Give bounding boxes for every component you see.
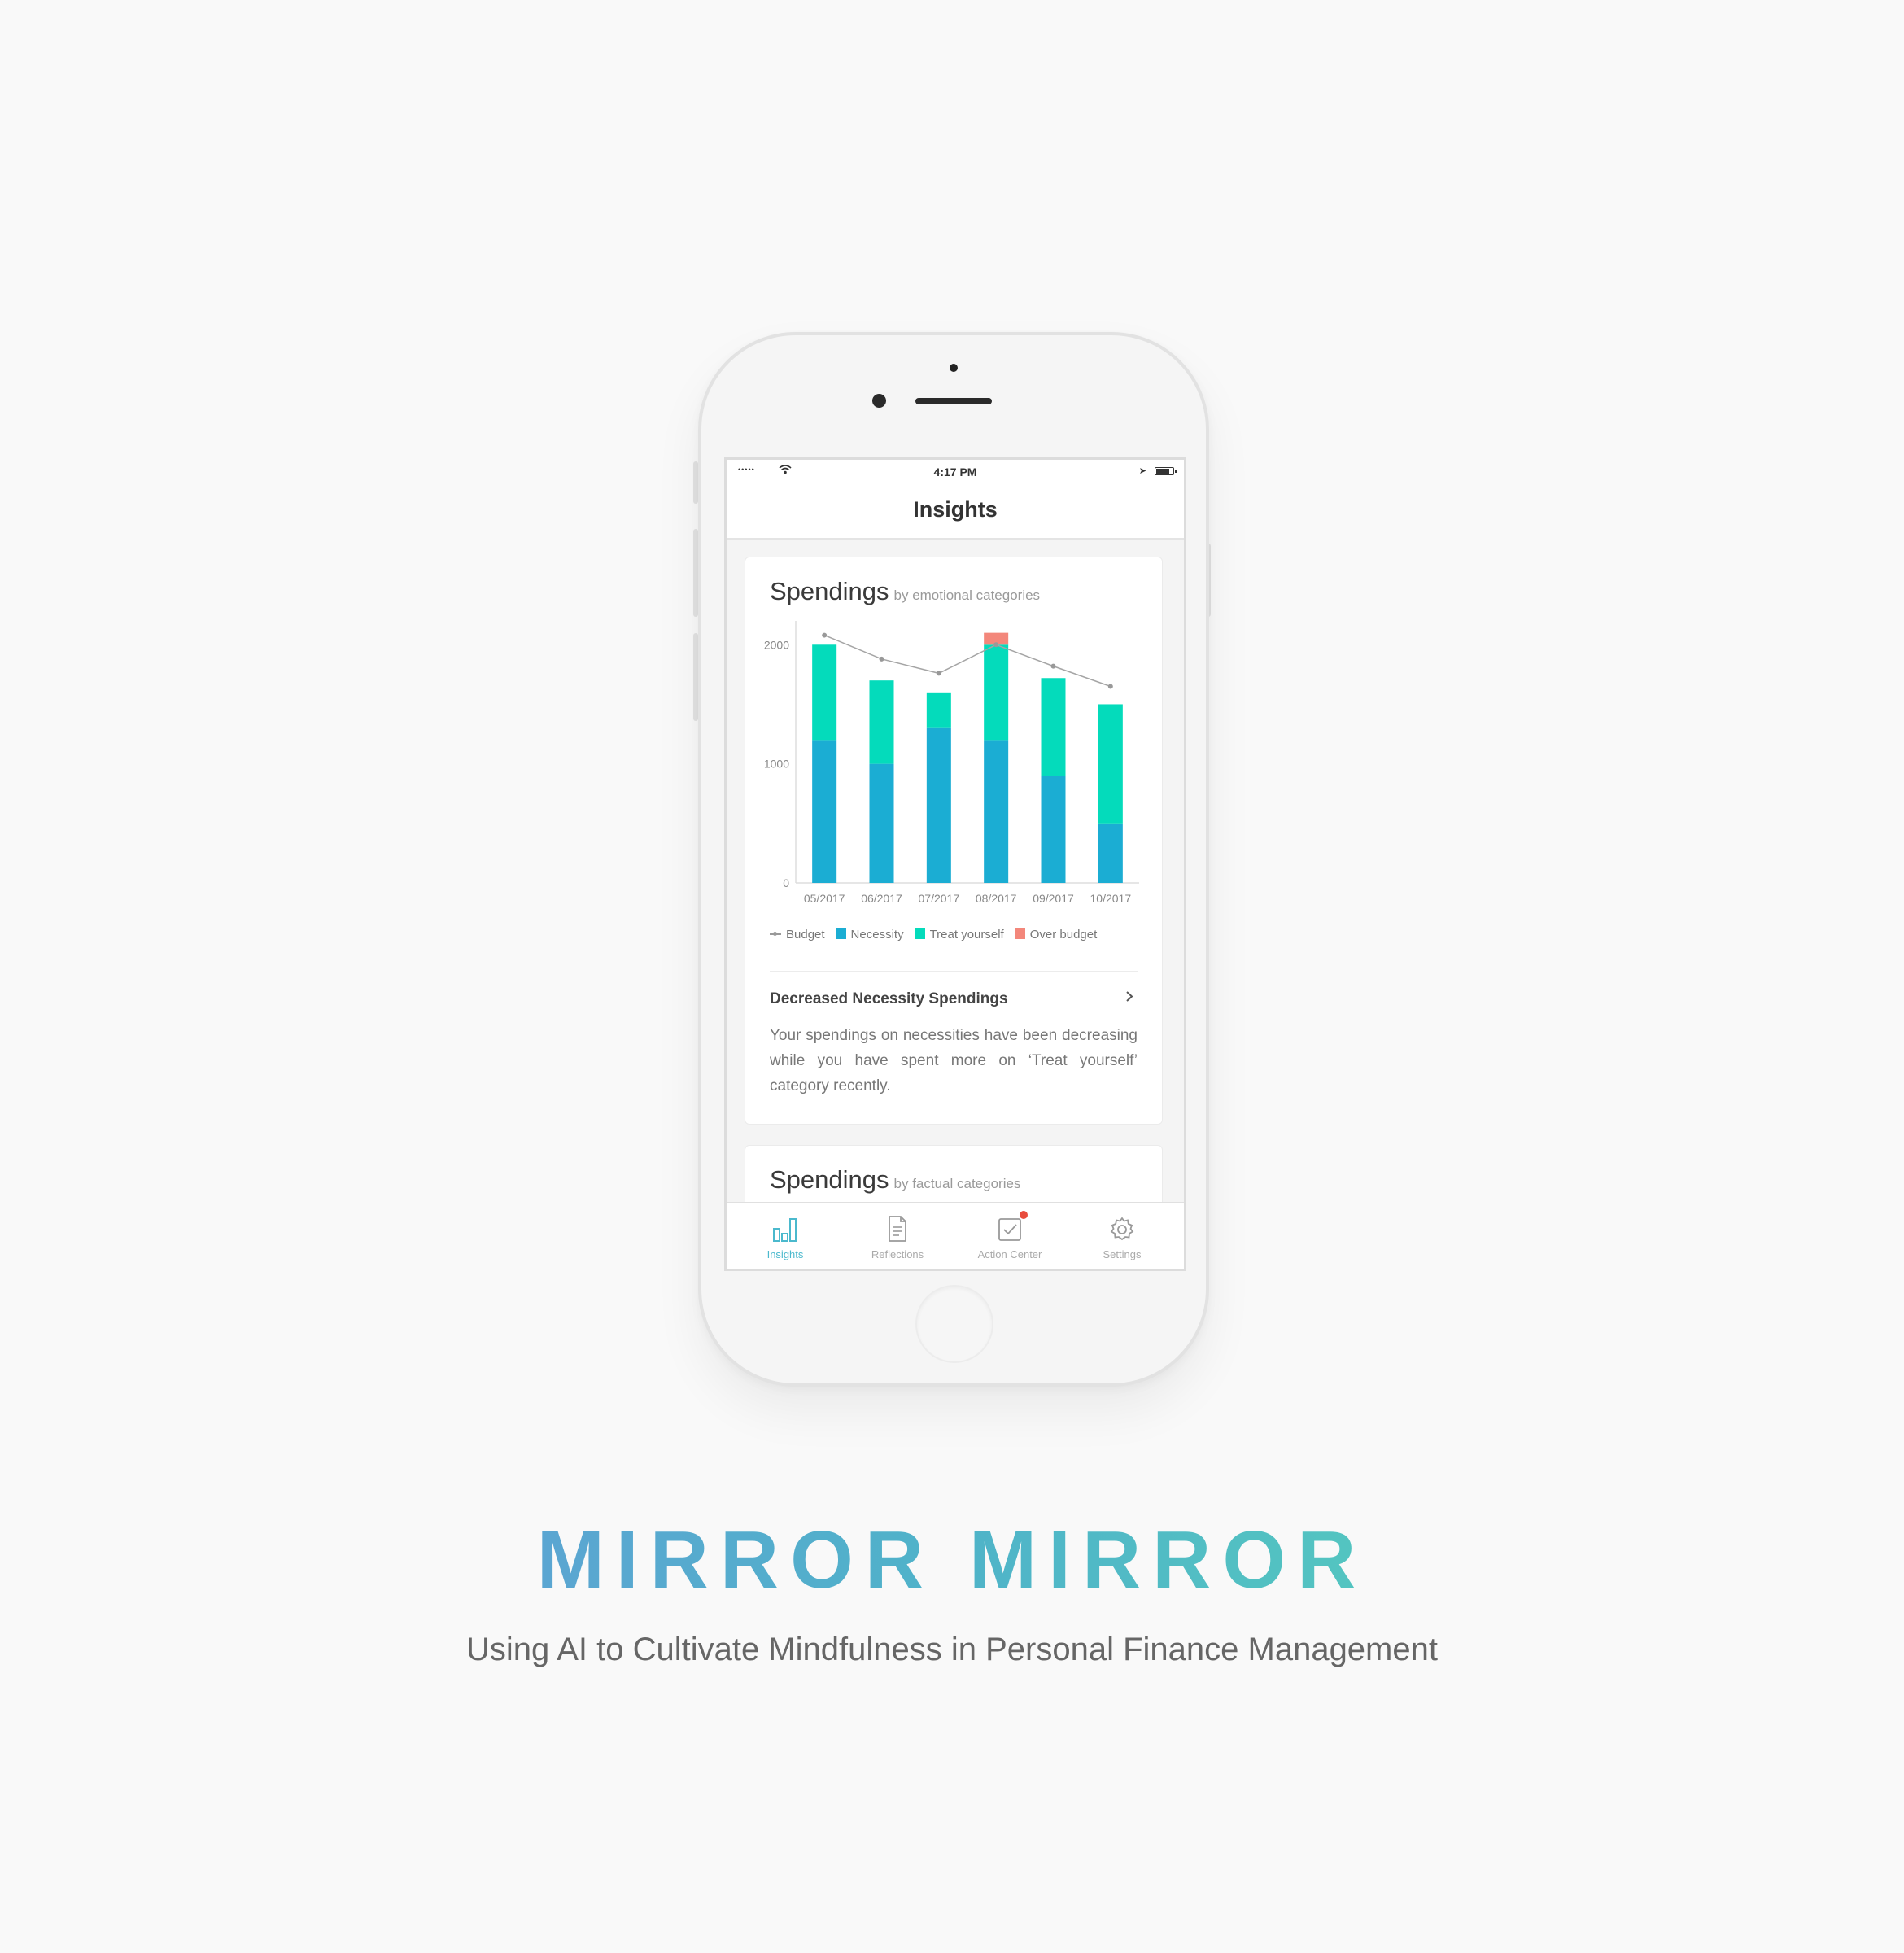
bar-segment-treat-yourself (1098, 704, 1123, 824)
home-button[interactable] (915, 1285, 993, 1363)
legend-over: Over budget (1014, 928, 1098, 942)
tab-bar: Insights Reflections Action Center Setti… (727, 1202, 1184, 1269)
spendings-emotional-card[interactable]: Spendings by emotional categories 0 1000 20… (745, 557, 1163, 1125)
insight-title[interactable]: Decreased Necessity Spendings (770, 990, 1008, 1008)
status-bar: ••••• 4:17 PM ➤ (727, 460, 1184, 481)
bar-segment-necessity (869, 763, 894, 883)
bar-chart-icon (773, 1218, 797, 1242)
tab-label: Insights (766, 1248, 804, 1260)
legend-necessity-swatch (835, 928, 846, 939)
tab-insights[interactable]: Insights (728, 1203, 842, 1269)
earpiece-speaker (915, 398, 992, 404)
legend-treat: Treat yourself (914, 928, 1004, 942)
budget-line (823, 634, 1111, 688)
tab-reflections[interactable]: Reflections (841, 1203, 954, 1269)
y-tick-label: 1000 (764, 758, 789, 771)
x-tick-label: 10/2017 (1090, 892, 1132, 905)
budget-point (993, 642, 999, 648)
legend-budget-label: Budget (786, 928, 825, 942)
y-tick-label: 2000 (764, 638, 789, 651)
legend-necessity-label: Necessity (850, 928, 904, 942)
tab-settings[interactable]: Settings (1065, 1203, 1179, 1269)
budget-point (1050, 663, 1056, 669)
tab-action-center[interactable]: Action Center (953, 1203, 1067, 1269)
card-subtitle: by emotional categories (893, 588, 1041, 603)
navigation-bar: Insights (727, 481, 1184, 540)
phone-screen: ••••• 4:17 PM ➤ Insights Spendings by emo… (724, 457, 1186, 1271)
bar-segment-necessity (984, 740, 1009, 883)
card-title: Spendings by emotional categories (770, 577, 1040, 606)
budget-point (822, 632, 828, 638)
card-title: Spendings by factual categories (770, 1165, 1020, 1195)
bar-segment-treat-yourself (812, 644, 837, 741)
x-tick-label: 09/2017 (1033, 892, 1074, 905)
insight-body: Your spendings on necessities have been … (770, 1027, 1138, 1094)
card-subtitle: by factual categories (893, 1176, 1021, 1191)
bar-segment-necessity (1041, 776, 1066, 883)
budget-point (1107, 684, 1113, 689)
legend-budget: Budget (770, 928, 825, 942)
notification-badge (1020, 1211, 1028, 1219)
x-tick-label: 05/2017 (804, 892, 845, 905)
bar-segment-treat-yourself (869, 680, 894, 764)
location-arrow-icon: ➤ (1138, 466, 1146, 476)
legend-treat-swatch (914, 928, 925, 939)
page-title: Insights (913, 497, 998, 522)
x-tick-label: 07/2017 (919, 892, 960, 905)
bar-segment-treat-yourself (984, 644, 1009, 741)
legend-over-swatch (1014, 928, 1025, 939)
front-camera (872, 394, 886, 408)
gear-icon (1110, 1217, 1134, 1241)
spendings-chart: 0 1000 2000 05/2017 06/2017 07/2017 08/2017 09/… (764, 621, 1139, 905)
chart-legend: Budget Necessity Treat yourself Over budget (770, 928, 1097, 942)
legend-over-label: Over budget (1029, 928, 1098, 942)
document-icon (889, 1216, 906, 1242)
card-divider (770, 971, 1138, 972)
y-tick-label: 0 (783, 876, 789, 889)
chevron-right-icon[interactable] (1124, 991, 1135, 1002)
proximity-sensor (950, 364, 958, 372)
legend-budget-swatch (770, 932, 781, 936)
tab-label: Settings (1103, 1248, 1142, 1260)
legend-necessity: Necessity (835, 928, 904, 942)
bar-segment-necessity (1098, 823, 1123, 883)
bar-segment-necessity (812, 740, 837, 883)
card-title-text: Spendings (770, 1165, 889, 1194)
bar-segment-treat-yourself (926, 692, 951, 728)
budget-point (879, 656, 884, 662)
tab-label: Action Center (977, 1248, 1042, 1260)
x-tick-label: 08/2017 (976, 892, 1017, 905)
bar-segment-necessity (926, 727, 951, 883)
bar-segment-treat-yourself (1041, 678, 1066, 776)
x-tick-label: 06/2017 (861, 892, 902, 905)
card-title-text: Spendings (770, 577, 889, 605)
battery-icon (1155, 467, 1177, 475)
status-time: 4:17 PM (933, 465, 977, 478)
brand-title: MIRROR MIRROR (0, 1514, 1904, 1607)
brand-tagline: Using AI to Cultivate Mindfulness in Per… (466, 1632, 1438, 1667)
budget-point (936, 671, 941, 676)
tab-label: Reflections (871, 1248, 924, 1260)
legend-treat-label: Treat yourself (929, 928, 1004, 942)
